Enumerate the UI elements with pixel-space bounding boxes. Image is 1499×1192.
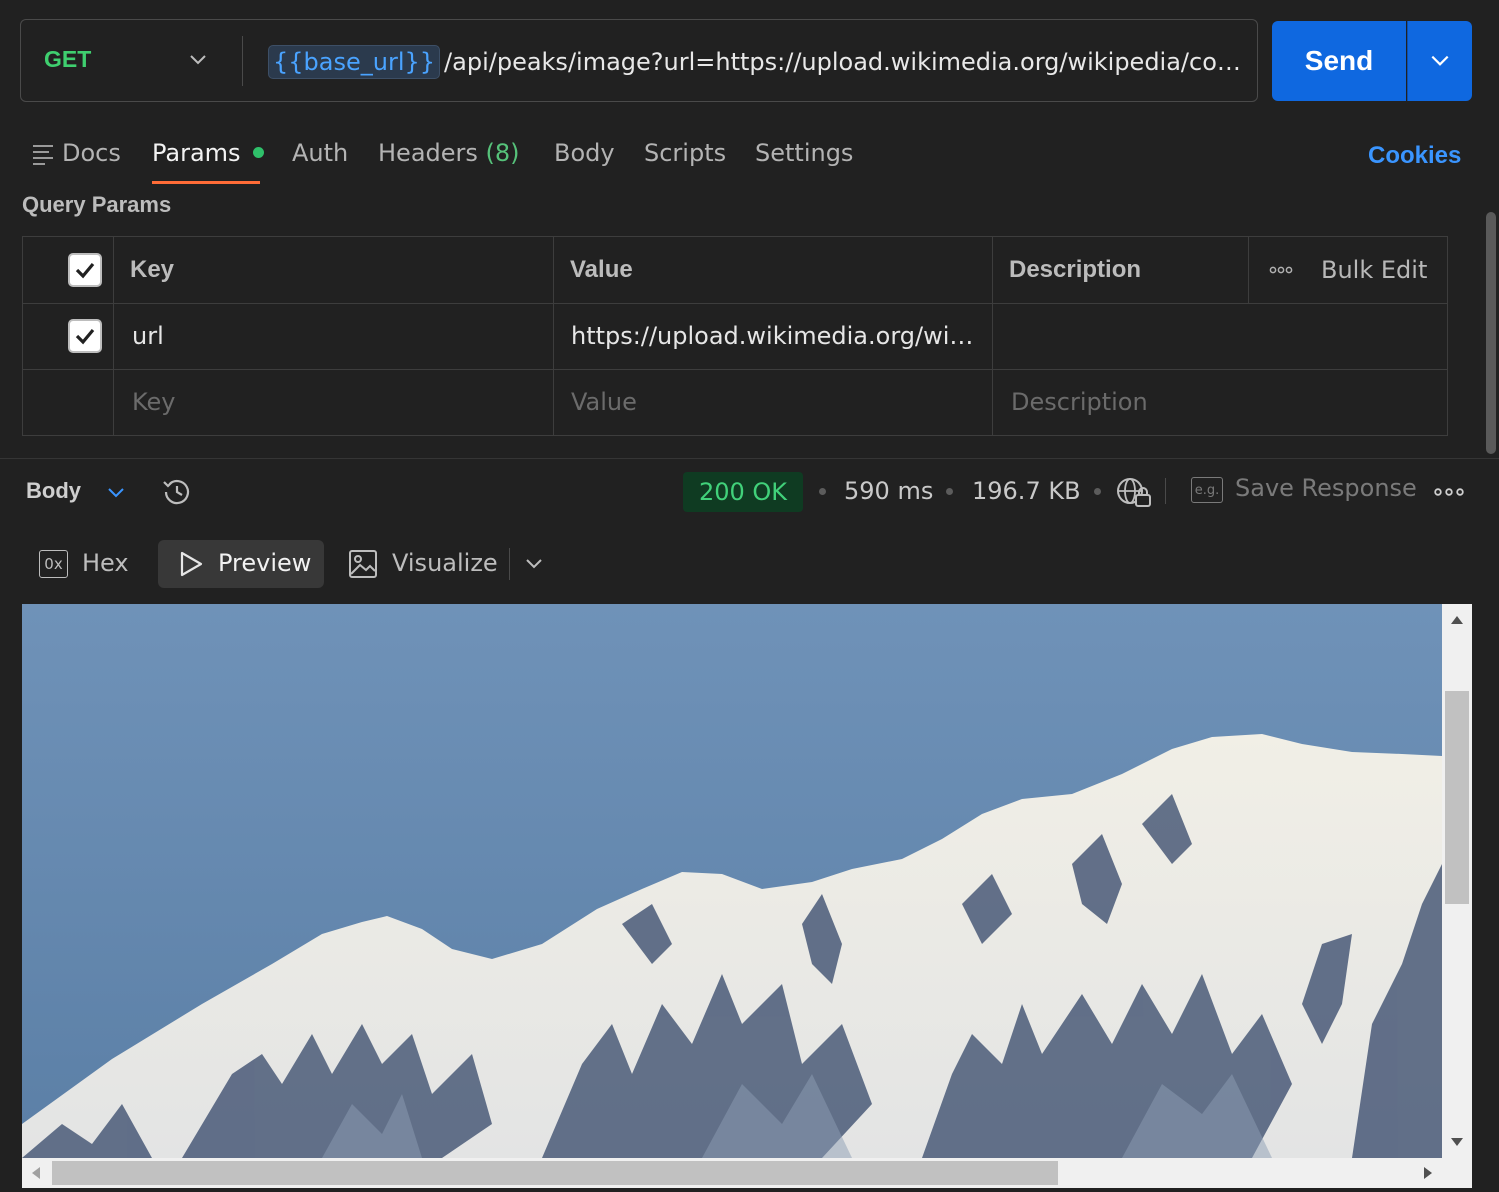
column-header-value: Value <box>570 256 633 283</box>
separator-dot <box>1094 488 1101 495</box>
hex-icon: 0x <box>39 550 68 578</box>
tab-body[interactable]: Body <box>554 138 615 168</box>
vertical-scroll-thumb[interactable] <box>1445 691 1469 904</box>
new-param-key-input[interactable]: Key <box>132 387 176 417</box>
params-active-dot <box>252 146 264 158</box>
response-body-selector[interactable]: Body <box>26 478 81 504</box>
param-value-input[interactable]: https://upload.wikimedia.org/wikip... <box>571 321 984 351</box>
more-options-icon[interactable] <box>1269 265 1293 275</box>
mountain-image <box>22 604 1442 1158</box>
separator <box>1165 478 1166 504</box>
pane-divider[interactable] <box>0 458 1499 459</box>
tab-params-label: Params <box>152 139 241 167</box>
tab-headers[interactable]: Headers (8) <box>378 138 520 168</box>
base-url-variable[interactable]: {{base_url}} <box>268 45 441 79</box>
new-param-value-input[interactable]: Value <box>571 387 637 417</box>
globe-lock-icon[interactable] <box>1116 476 1152 508</box>
response-time: 590 ms <box>844 477 934 505</box>
scroll-right-arrow-icon[interactable] <box>1422 1165 1434 1181</box>
chevron-down-icon[interactable] <box>524 554 544 574</box>
tab-headers-label: Headers <box>378 139 478 167</box>
tab-scripts[interactable]: Scripts <box>644 138 726 168</box>
headers-count: (8) <box>485 139 520 167</box>
play-icon <box>180 551 203 577</box>
example-icon: e.g. <box>1191 477 1223 503</box>
status-badge: 200 OK <box>683 472 803 512</box>
image-icon <box>349 550 377 578</box>
preview-mode-label: Preview <box>218 549 312 577</box>
active-tab-indicator <box>152 181 260 184</box>
param-key-input[interactable]: url <box>132 321 542 351</box>
scrollbar-corner <box>1442 1158 1472 1188</box>
separator <box>509 548 510 580</box>
bulk-edit-button[interactable]: Bulk Edit <box>1321 255 1427 285</box>
query-params-title: Query Params <box>22 192 172 217</box>
save-response-button[interactable]: Save Response <box>1235 474 1417 502</box>
chevron-down-icon <box>1431 55 1449 66</box>
chevron-down-icon[interactable] <box>106 483 126 503</box>
tab-params[interactable]: Params <box>152 138 264 168</box>
cookies-link[interactable]: Cookies <box>1368 142 1461 170</box>
tab-auth[interactable]: Auth <box>292 138 348 168</box>
scroll-up-arrow-icon[interactable] <box>1449 614 1465 626</box>
column-header-description: Description <box>1009 256 1142 283</box>
image-preview <box>22 604 1442 1158</box>
history-icon[interactable] <box>160 475 194 509</box>
tab-settings[interactable]: Settings <box>755 138 853 168</box>
chevron-down-icon[interactable] <box>188 50 208 70</box>
new-param-description-input[interactable]: Description <box>1011 387 1148 417</box>
scroll-left-arrow-icon[interactable] <box>30 1165 42 1181</box>
method-select[interactable]: GET <box>44 46 91 73</box>
param-checkbox[interactable] <box>68 319 102 353</box>
select-all-checkbox[interactable] <box>68 253 102 287</box>
column-header-key: Key <box>130 256 175 283</box>
horizontal-scroll-thumb[interactable] <box>52 1161 1058 1185</box>
url-divider <box>242 36 243 86</box>
send-options-button[interactable] <box>1407 21 1472 101</box>
docs-icon <box>33 145 53 165</box>
params-table: Key Value Description Bulk Edit url http… <box>22 236 1448 436</box>
separator-dot <box>819 488 826 495</box>
tab-docs[interactable]: Docs <box>62 138 121 168</box>
url-path: /api/peaks/image?url=https://upload.wiki… <box>444 48 1243 76</box>
checkmark-icon <box>75 328 95 345</box>
more-options-icon[interactable] <box>1434 486 1464 498</box>
scroll-down-arrow-icon[interactable] <box>1449 1136 1465 1148</box>
url-input[interactable]: {{base_url}}/api/peaks/image?url=https:/… <box>268 44 1243 80</box>
params-scrollbar[interactable] <box>1486 212 1496 454</box>
separator-dot <box>946 488 953 495</box>
response-size: 196.7 KB <box>972 477 1081 505</box>
hex-mode-tab[interactable]: Hex <box>82 549 129 577</box>
send-button[interactable]: Send <box>1272 21 1406 101</box>
visualize-mode-tab[interactable]: Visualize <box>392 549 498 577</box>
checkmark-icon <box>75 262 95 279</box>
